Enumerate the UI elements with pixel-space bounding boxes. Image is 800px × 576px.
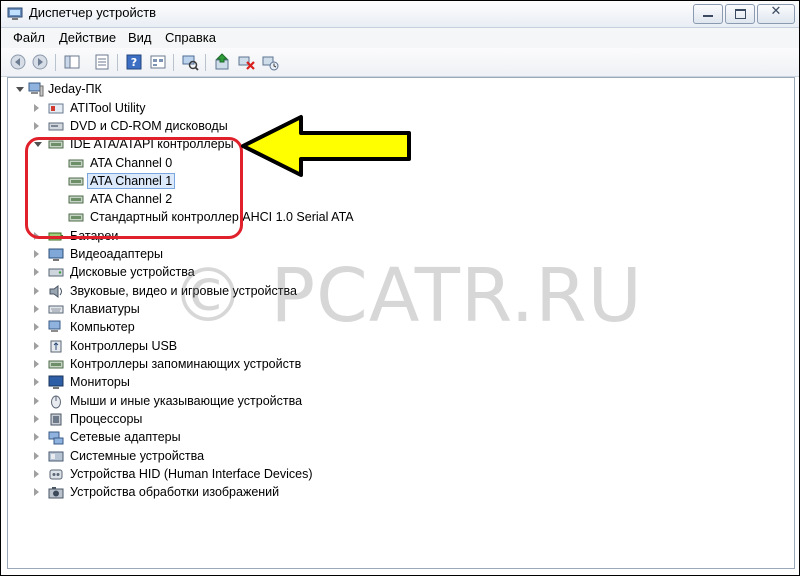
keyboard-icon bbox=[48, 305, 64, 314]
uninstall-device-icon[interactable] bbox=[261, 53, 279, 71]
close-icon: ✕ bbox=[770, 4, 782, 19]
expand-arrow-icon[interactable] bbox=[34, 378, 39, 386]
dvd-drive-icon bbox=[48, 122, 64, 131]
processor-icon bbox=[50, 413, 62, 426]
camera-icon bbox=[48, 487, 64, 499]
minimize-button[interactable] bbox=[693, 4, 723, 24]
maximize-button[interactable] bbox=[725, 4, 755, 24]
menu-bar: Файл Действие Вид Справка bbox=[1, 28, 799, 48]
toolbar: ? bbox=[1, 48, 799, 77]
monitor-icon bbox=[48, 375, 64, 389]
svg-text:?: ? bbox=[131, 56, 137, 69]
device-manager-icon bbox=[7, 7, 23, 20]
device-manager-window: Диспетчер устройств ✕ Файл Действие Вид … bbox=[0, 0, 800, 576]
network-adapter-icon bbox=[48, 431, 64, 445]
disk-drive-icon bbox=[48, 268, 64, 277]
hid-device-icon bbox=[49, 469, 63, 480]
expand-arrow-icon[interactable] bbox=[34, 415, 39, 423]
mouse-icon bbox=[51, 395, 61, 409]
expand-arrow-icon[interactable] bbox=[34, 470, 39, 478]
speaker-icon bbox=[49, 285, 62, 298]
expand-arrow-icon[interactable] bbox=[34, 360, 39, 368]
back-icon[interactable] bbox=[9, 53, 27, 71]
usb-icon bbox=[50, 340, 62, 353]
storage-controller-icon bbox=[48, 360, 64, 369]
expand-arrow-icon[interactable] bbox=[34, 397, 39, 405]
expand-arrow-icon[interactable] bbox=[34, 305, 39, 313]
minimize-icon bbox=[703, 15, 713, 17]
title-bar[interactable]: Диспетчер устройств ✕ bbox=[1, 1, 799, 28]
menu-file[interactable]: Файл bbox=[13, 30, 45, 45]
expand-arrow-icon[interactable] bbox=[34, 433, 39, 441]
forward-icon[interactable] bbox=[31, 53, 49, 71]
expand-arrow-icon[interactable] bbox=[34, 250, 39, 258]
system-device-icon bbox=[48, 451, 64, 462]
properties-icon[interactable] bbox=[93, 53, 111, 71]
view-icon[interactable] bbox=[149, 53, 167, 71]
computer-icon bbox=[48, 320, 61, 332]
menu-view[interactable]: Вид bbox=[128, 30, 152, 45]
display-adapter-icon bbox=[48, 248, 64, 261]
expand-arrow-icon[interactable] bbox=[16, 87, 24, 92]
ati-tool-icon bbox=[48, 103, 64, 114]
expand-arrow-icon[interactable] bbox=[34, 104, 39, 112]
computer-name: Jeday-ПК bbox=[48, 82, 102, 96]
expand-arrow-icon[interactable] bbox=[34, 452, 39, 460]
show-hide-console-tree-icon[interactable] bbox=[63, 53, 81, 71]
scan-hardware-icon[interactable] bbox=[181, 53, 199, 71]
menu-action[interactable]: Действие bbox=[59, 30, 116, 45]
expand-arrow-icon[interactable] bbox=[34, 287, 39, 295]
pointer-arrow bbox=[241, 115, 411, 177]
expand-arrow-icon[interactable] bbox=[34, 122, 39, 130]
expand-arrow-icon[interactable] bbox=[34, 268, 39, 276]
window-title: Диспетчер устройств bbox=[29, 5, 157, 20]
expand-arrow-icon[interactable] bbox=[34, 342, 39, 350]
update-driver-icon[interactable] bbox=[213, 53, 231, 71]
maximize-icon bbox=[735, 9, 746, 19]
help-icon[interactable]: ? bbox=[125, 53, 143, 71]
highlight-ring bbox=[25, 137, 243, 239]
disable-device-icon[interactable] bbox=[237, 53, 255, 71]
computer-icon bbox=[28, 82, 44, 97]
expand-arrow-icon[interactable] bbox=[34, 488, 39, 496]
expand-arrow-icon[interactable] bbox=[34, 323, 39, 331]
close-button[interactable]: ✕ bbox=[757, 4, 795, 24]
menu-help[interactable]: Справка bbox=[165, 30, 216, 45]
